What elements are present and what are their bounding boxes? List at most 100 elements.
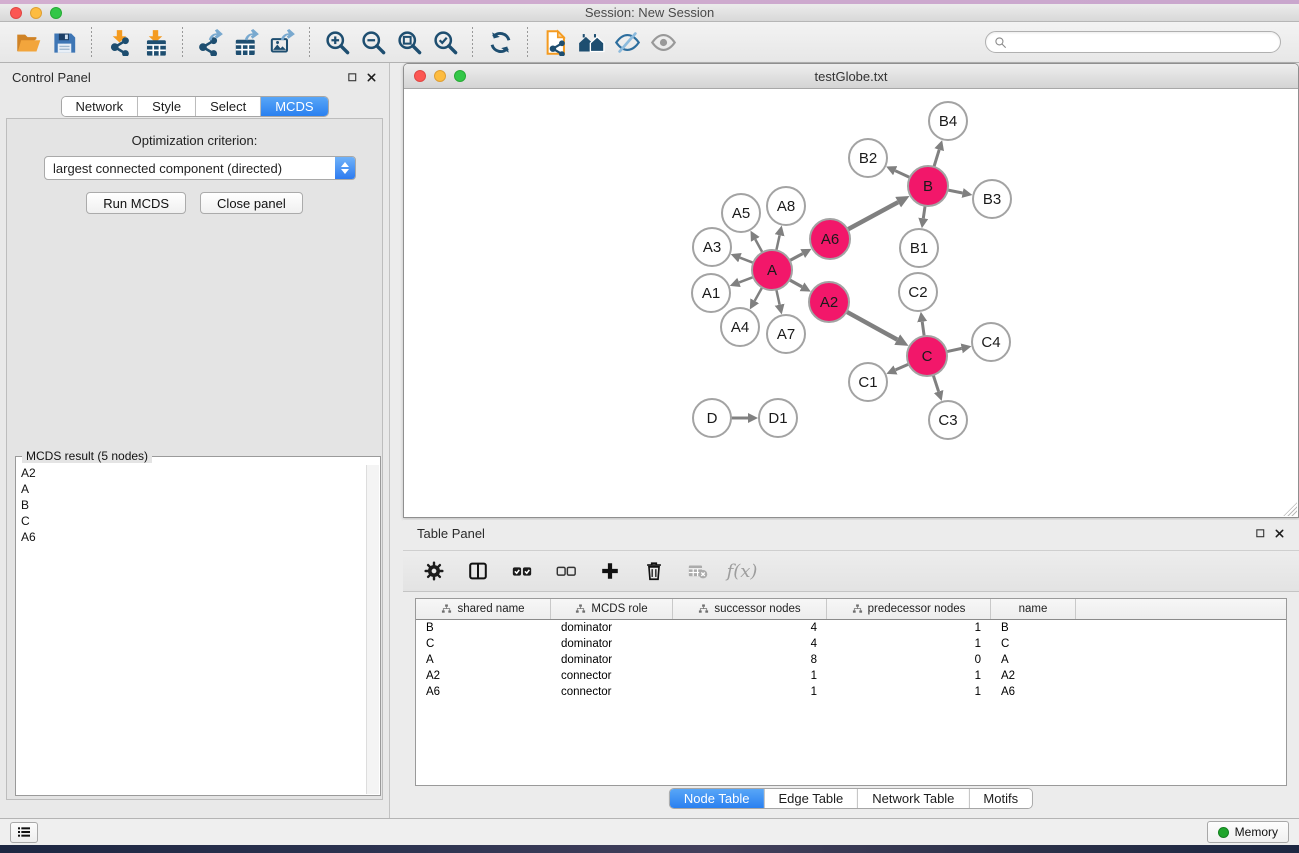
- task-history-button[interactable]: [10, 822, 38, 843]
- zoom-fit-button[interactable]: [391, 25, 427, 59]
- node-C3[interactable]: C3: [929, 401, 967, 439]
- edge-B-B1[interactable]: [923, 206, 925, 219]
- deselect-all-button[interactable]: [551, 556, 581, 586]
- show-details-eye-button[interactable]: [645, 25, 681, 59]
- node-C4[interactable]: C4: [972, 323, 1010, 361]
- edge-A-A5[interactable]: [755, 239, 762, 252]
- column-header-MCDS-role[interactable]: MCDS role: [551, 599, 673, 619]
- edge-A-A6[interactable]: [790, 254, 803, 261]
- close-panel-icon[interactable]: [366, 72, 377, 83]
- edge-A-A3[interactable]: [740, 258, 753, 263]
- float-panel-icon[interactable]: [347, 72, 358, 83]
- tab-style[interactable]: Style: [138, 97, 196, 116]
- node-B4[interactable]: B4: [929, 102, 967, 140]
- edge-C-C1[interactable]: [896, 364, 909, 370]
- network-graph[interactable]: B4 B2 B B3 A5A8A6 A3 B1 A A1 C2 A2 A4A7 C4 C C1 C3 D D1: [405, 89, 1299, 517]
- zoom-out-button[interactable]: [355, 25, 391, 59]
- result-item[interactable]: A6: [17, 529, 366, 545]
- run-mcds-button[interactable]: Run MCDS: [86, 192, 186, 214]
- export-image-button[interactable]: [264, 25, 300, 59]
- edge-A-A2[interactable]: [789, 280, 802, 287]
- node-A3[interactable]: A3: [693, 228, 731, 266]
- select-all-button[interactable]: [507, 556, 537, 586]
- edge-A6-B[interactable]: [848, 202, 899, 229]
- search-field[interactable]: [985, 31, 1281, 53]
- zoom-selected-button[interactable]: [427, 25, 463, 59]
- edge-A-A7[interactable]: [776, 290, 779, 305]
- zoom-in-button[interactable]: [319, 25, 355, 59]
- node-C2[interactable]: C2: [899, 273, 937, 311]
- node-D[interactable]: D: [693, 399, 731, 437]
- tab-network[interactable]: Network: [61, 97, 138, 116]
- window-resize-grip-icon[interactable]: [1283, 502, 1297, 516]
- edge-B-B2[interactable]: [895, 171, 910, 178]
- mcds-result-list[interactable]: A2ABCA6: [17, 465, 366, 794]
- tab-mcds[interactable]: MCDS: [261, 97, 327, 116]
- split-panel-button[interactable]: [463, 556, 493, 586]
- optimization-criterion-dropdown[interactable]: largest connected component (directed): [44, 156, 356, 180]
- network-canvas[interactable]: B4 B2 B B3 A5A8A6 A3 B1 A A1 C2 A2 A4A7 C4 C C1 C3 D D1: [405, 89, 1297, 516]
- node-B[interactable]: B: [908, 166, 948, 206]
- node-B1[interactable]: B1: [900, 229, 938, 267]
- home-networks-button[interactable]: [573, 25, 609, 59]
- export-network-button[interactable]: [192, 25, 228, 59]
- column-header-predecessor-nodes[interactable]: predecessor nodes: [827, 599, 991, 619]
- network-window-titlebar[interactable]: testGlobe.txt: [404, 64, 1298, 89]
- table-row[interactable]: Bdominator41B: [416, 620, 1286, 636]
- save-button[interactable]: [46, 25, 82, 59]
- tab-edge-table[interactable]: Edge Table: [764, 789, 858, 808]
- edge-C-C2[interactable]: [922, 322, 924, 337]
- table-row[interactable]: A2connector11A2: [416, 668, 1286, 684]
- result-item[interactable]: A2: [17, 465, 366, 481]
- refresh-button[interactable]: [482, 25, 518, 59]
- node-C[interactable]: C: [907, 336, 947, 376]
- hide-details-eye-button[interactable]: [609, 25, 645, 59]
- add-column-button[interactable]: [595, 556, 625, 586]
- tab-motifs[interactable]: Motifs: [969, 789, 1032, 808]
- node-B2[interactable]: B2: [849, 139, 887, 177]
- node-A4[interactable]: A4: [721, 308, 759, 346]
- edge-C-C4[interactable]: [947, 348, 962, 351]
- search-input[interactable]: [1011, 35, 1272, 49]
- node-A6[interactable]: A6: [810, 219, 850, 259]
- tab-node-table[interactable]: Node Table: [670, 789, 765, 808]
- result-scrollbar[interactable]: [366, 465, 379, 794]
- node-A5[interactable]: A5: [722, 194, 760, 232]
- column-header-name[interactable]: name: [991, 599, 1076, 619]
- edge-A2-C[interactable]: [847, 312, 898, 340]
- node-A8[interactable]: A8: [767, 187, 805, 225]
- table-row[interactable]: A6connector11A6: [416, 684, 1286, 700]
- result-item[interactable]: B: [17, 497, 366, 513]
- node-B3[interactable]: B3: [973, 180, 1011, 218]
- node-A1[interactable]: A1: [692, 274, 730, 312]
- tab-network-table[interactable]: Network Table: [858, 789, 969, 808]
- node-A2[interactable]: A2: [809, 282, 849, 322]
- export-table-button[interactable]: [228, 25, 264, 59]
- result-item[interactable]: A: [17, 481, 366, 497]
- column-header-successor-nodes[interactable]: successor nodes: [673, 599, 827, 619]
- import-network-button[interactable]: [101, 25, 137, 59]
- open-folder-button[interactable]: [10, 25, 46, 59]
- edge-A-A4[interactable]: [755, 287, 763, 300]
- memory-button[interactable]: Memory: [1207, 821, 1289, 843]
- gear-button[interactable]: [419, 556, 449, 586]
- node-C1[interactable]: C1: [849, 363, 887, 401]
- edge-B-B4[interactable]: [934, 150, 939, 167]
- float-table-panel-icon[interactable]: [1255, 528, 1266, 539]
- delete-column-button[interactable]: [639, 556, 669, 586]
- node-A[interactable]: A: [752, 250, 792, 290]
- edge-A-A1[interactable]: [739, 277, 753, 282]
- node-A7[interactable]: A7: [767, 315, 805, 353]
- close-table-panel-icon[interactable]: [1274, 528, 1285, 539]
- tab-select[interactable]: Select: [196, 97, 261, 116]
- new-network-from-file-button[interactable]: [537, 25, 573, 59]
- table-row[interactable]: Adominator80A: [416, 652, 1286, 668]
- table-row[interactable]: Cdominator41C: [416, 636, 1286, 652]
- edge-C-C3[interactable]: [933, 375, 938, 392]
- node-D1[interactable]: D1: [759, 399, 797, 437]
- edge-A-A8[interactable]: [776, 235, 779, 250]
- edge-B-B3[interactable]: [948, 190, 963, 193]
- session-titlebar[interactable]: Session: New Session: [0, 4, 1299, 22]
- result-item[interactable]: C: [17, 513, 366, 529]
- import-table-button[interactable]: [137, 25, 173, 59]
